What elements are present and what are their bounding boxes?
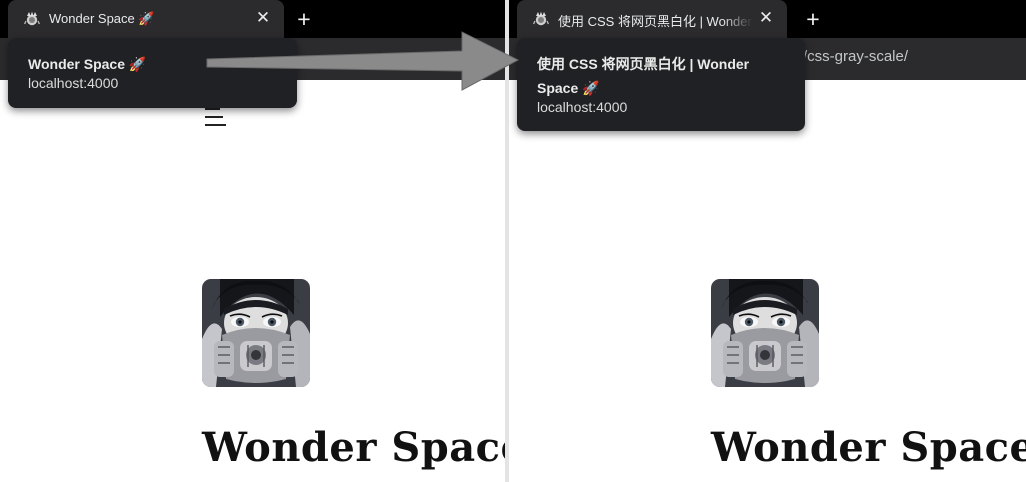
new-tab-button[interactable]: + (292, 7, 316, 31)
tab-hover-card: Wonder Space 🚀 localhost:4000 (8, 38, 297, 108)
avatar[interactable] (711, 279, 819, 387)
site-title[interactable]: Wonder Space (711, 424, 1026, 471)
hover-card-url: localhost:4000 (537, 99, 628, 115)
hover-card-url: localhost:4000 (28, 75, 119, 91)
right-browser-window: 使用 CSS 将网页黑白化 | Wonder Space 🚀 ✕ + /css-… (509, 0, 1026, 482)
tab-title: Wonder Space 🚀 (49, 11, 155, 26)
hover-card-title: 使用 CSS 将网页黑白化 | Wonder Space 🚀 (537, 56, 750, 96)
hamburger-menu-icon[interactable] (205, 108, 226, 126)
tab-close-icon[interactable]: ✕ (254, 9, 272, 27)
hover-card-title: Wonder Space 🚀 (28, 56, 147, 72)
site-favicon-icon (533, 11, 549, 27)
tab-close-icon[interactable]: ✕ (757, 9, 775, 27)
tab-title: 使用 CSS 将网页黑白化 | Wonder Space 🚀 (558, 14, 753, 29)
site-favicon-icon (24, 11, 40, 27)
tab-wonder-space[interactable]: Wonder Space 🚀 ✕ (8, 0, 284, 38)
tab-css-gray-scale[interactable]: 使用 CSS 将网页黑白化 | Wonder Space 🚀 ✕ (517, 0, 787, 38)
tab-strip: 使用 CSS 将网页黑白化 | Wonder Space 🚀 ✕ + (509, 0, 1026, 38)
avatar[interactable] (202, 279, 310, 387)
tab-hover-card: 使用 CSS 将网页黑白化 | Wonder Space 🚀 localhost… (517, 38, 805, 131)
site-title[interactable]: Wonder Space (202, 424, 505, 471)
address-bar-url[interactable]: /css-gray-scale/ (803, 48, 908, 65)
tab-strip: Wonder Space 🚀 ✕ + (0, 0, 505, 38)
left-browser-window: Wonder Space 🚀 ✕ + Wonder Space 🚀 localh… (0, 0, 505, 482)
new-tab-button[interactable]: + (801, 7, 825, 31)
